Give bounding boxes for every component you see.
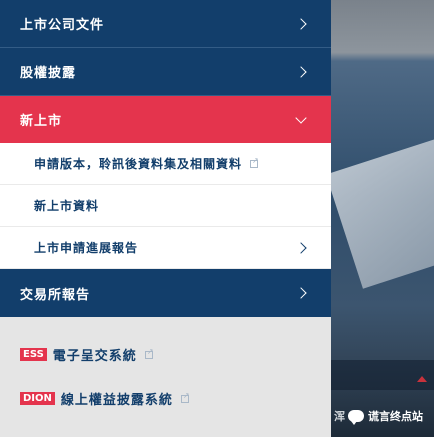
background-red-marker bbox=[417, 376, 427, 382]
background-page bbox=[331, 0, 434, 437]
external-link-label: 電子呈交系統 bbox=[52, 349, 137, 364]
submenu-item-label: 新上市資料 bbox=[34, 199, 100, 213]
submenu-item-listing-progress-report[interactable]: 上市申請進展報告 bbox=[0, 227, 331, 269]
submenu-item-application-proofs[interactable]: 申請版本，聆訊後資料集及相關資料 bbox=[0, 143, 331, 185]
chevron-down-icon bbox=[295, 111, 307, 124]
external-link-label: 線上權益披露系統 bbox=[60, 393, 173, 408]
external-link-dion[interactable]: DION 線上權益披露系統 bbox=[20, 389, 191, 408]
chevron-right-icon bbox=[295, 65, 307, 78]
ess-badge: ESS bbox=[20, 348, 47, 361]
dion-badge: DION bbox=[20, 392, 55, 405]
chevron-right-icon bbox=[295, 17, 307, 30]
chevron-right-icon bbox=[295, 287, 307, 299]
external-link-icon bbox=[250, 156, 260, 168]
menu-item-listed-company-documents[interactable]: 上市公司文件 bbox=[0, 0, 331, 48]
watermark: 浑 谎言终点站 bbox=[334, 408, 423, 425]
submenu-item-label: 申請版本，聆訊後資料集及相關資料 bbox=[34, 157, 243, 171]
wechat-icon bbox=[348, 410, 364, 425]
side-menu: 上市公司文件 股權披露 新上市 申請版本，聆訊後資料集及相關資料 新上市資料 上… bbox=[0, 0, 331, 437]
menu-item-exchange-reports[interactable]: 交易所報告 bbox=[0, 269, 331, 317]
submenu-item-label: 上市申請進展報告 bbox=[34, 241, 139, 255]
external-link-icon bbox=[144, 347, 155, 359]
submenu-item-new-listing-information[interactable]: 新上市資料 bbox=[0, 185, 331, 227]
external-link-ess[interactable]: ESS 電子呈交系統 bbox=[20, 345, 155, 364]
background-band bbox=[331, 360, 434, 390]
menu-item-label: 股權披露 bbox=[20, 66, 77, 81]
menu-item-label: 交易所報告 bbox=[20, 287, 91, 303]
menu-item-new-listings[interactable]: 新上市 bbox=[0, 96, 331, 143]
watermark-text: 谎言终点站 bbox=[368, 410, 423, 423]
chevron-right-icon bbox=[295, 241, 307, 254]
background-document-image bbox=[331, 131, 434, 289]
menu-item-label: 上市公司文件 bbox=[20, 18, 105, 33]
external-link-icon bbox=[180, 391, 191, 403]
watermark-prefix: 浑 bbox=[334, 410, 345, 423]
menu-item-label: 新上市 bbox=[20, 114, 63, 129]
menu-item-disclosure-of-interests[interactable]: 股權披露 bbox=[0, 48, 331, 96]
